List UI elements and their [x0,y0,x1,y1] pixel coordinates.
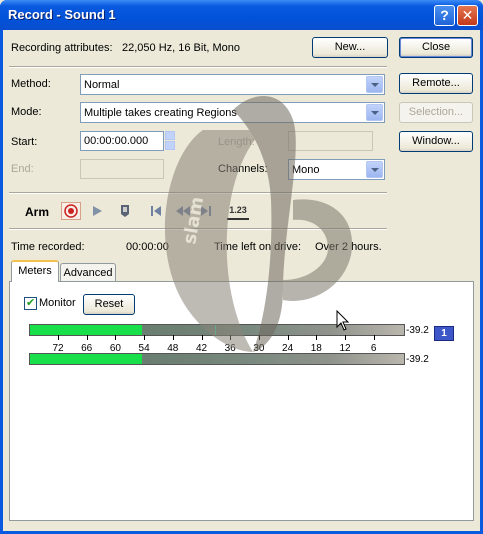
channels-label: Channels: [218,163,268,175]
separator [9,66,387,68]
chevron-down-icon[interactable] [366,161,383,178]
meter-peak-mark [215,325,216,335]
end-field[interactable] [80,159,164,179]
scale-tick [144,335,146,340]
monitor-checkbox[interactable] [24,296,37,310]
start-field[interactable]: 00:00:00.000 [80,131,164,151]
tab-advanced[interactable]: Advanced [60,263,116,282]
record-icon[interactable] [61,202,81,220]
scale-tick [172,335,174,340]
channel-badge[interactable]: 1 [434,326,454,341]
chevron-down-icon[interactable] [366,104,383,121]
scale-tick [115,335,117,340]
record-dialog: Record - Sound 1 ? ✕ Recording attribute… [0,0,483,534]
monitor-label: Monitor [39,297,76,309]
new-button[interactable]: New... [312,37,388,58]
length-label: Length: [218,136,255,148]
go-to-start-icon[interactable] [148,202,164,220]
meter-channel-1-value: -39.2 [406,325,429,336]
selection-button[interactable]: Selection... [399,102,473,123]
mode-label: Mode: [11,106,42,118]
help-button[interactable]: ? [434,5,455,26]
scale-tick [230,335,232,340]
meter-fill [30,325,143,335]
scale-tick [258,335,260,340]
close-window-button[interactable]: ✕ [457,5,478,26]
rewind-icon[interactable] [173,202,193,220]
mouse-cursor-icon [336,310,350,331]
method-label: Method: [11,78,51,90]
scale-tick [373,335,375,340]
scale-tick [345,335,346,340]
scale-tick [316,335,318,340]
channels-select[interactable]: Mono [288,159,385,180]
separator [9,192,387,194]
marker-icon[interactable] [117,202,133,220]
counter-icon[interactable]: 1.23 [227,202,249,220]
go-to-end-icon[interactable] [198,202,214,220]
scale-tick [201,335,203,340]
time-left-value: Over 2 hours. [315,241,382,253]
remote-button[interactable]: Remote... [399,73,473,94]
close-button[interactable]: Close [399,37,473,58]
reset-button[interactable]: Reset [83,294,135,315]
channels-value: Mono [292,164,320,176]
meter-fill [30,354,143,364]
time-recorded-value: 00:00:00 [126,241,169,253]
window-button[interactable]: Window... [399,131,473,152]
start-value: 00:00:00.000 [84,135,149,147]
arm-label: Arm [25,205,50,219]
scale-tick [86,335,88,340]
spin-up-icon[interactable] [165,131,175,140]
play-icon[interactable] [88,202,106,220]
tab-meters[interactable]: Meters [11,260,59,282]
mode-value: Multiple takes creating Regions [84,107,237,119]
mode-select[interactable]: Multiple takes creating Regions [80,102,385,123]
end-label: End: [11,163,34,175]
dialog-body: Recording attributes: 22,050 Hz, 16 Bit,… [3,30,480,531]
title-bar[interactable]: Record - Sound 1 ? ✕ [0,0,483,30]
method-value: Normal [84,79,120,91]
spin-down-icon[interactable] [165,141,175,150]
length-field[interactable] [288,131,373,151]
recording-attributes-value: 22,050 Hz, 16 Bit, Mono [122,42,241,54]
chevron-down-icon[interactable] [366,76,383,93]
time-recorded-label: Time recorded: [11,241,85,253]
recording-attributes-label: Recording attributes: [11,42,113,54]
meter-channel-2-value: -39.2 [406,354,429,365]
time-left-label: Time left on drive: [214,241,302,253]
start-label: Start: [11,136,38,148]
separator [9,228,387,230]
scale-tick [287,335,289,340]
method-select[interactable]: Normal [80,74,385,95]
scale-tick [58,335,59,340]
meter-channel-2 [29,353,405,365]
window-title: Record - Sound 1 [8,7,116,22]
meters-panel [9,281,474,521]
